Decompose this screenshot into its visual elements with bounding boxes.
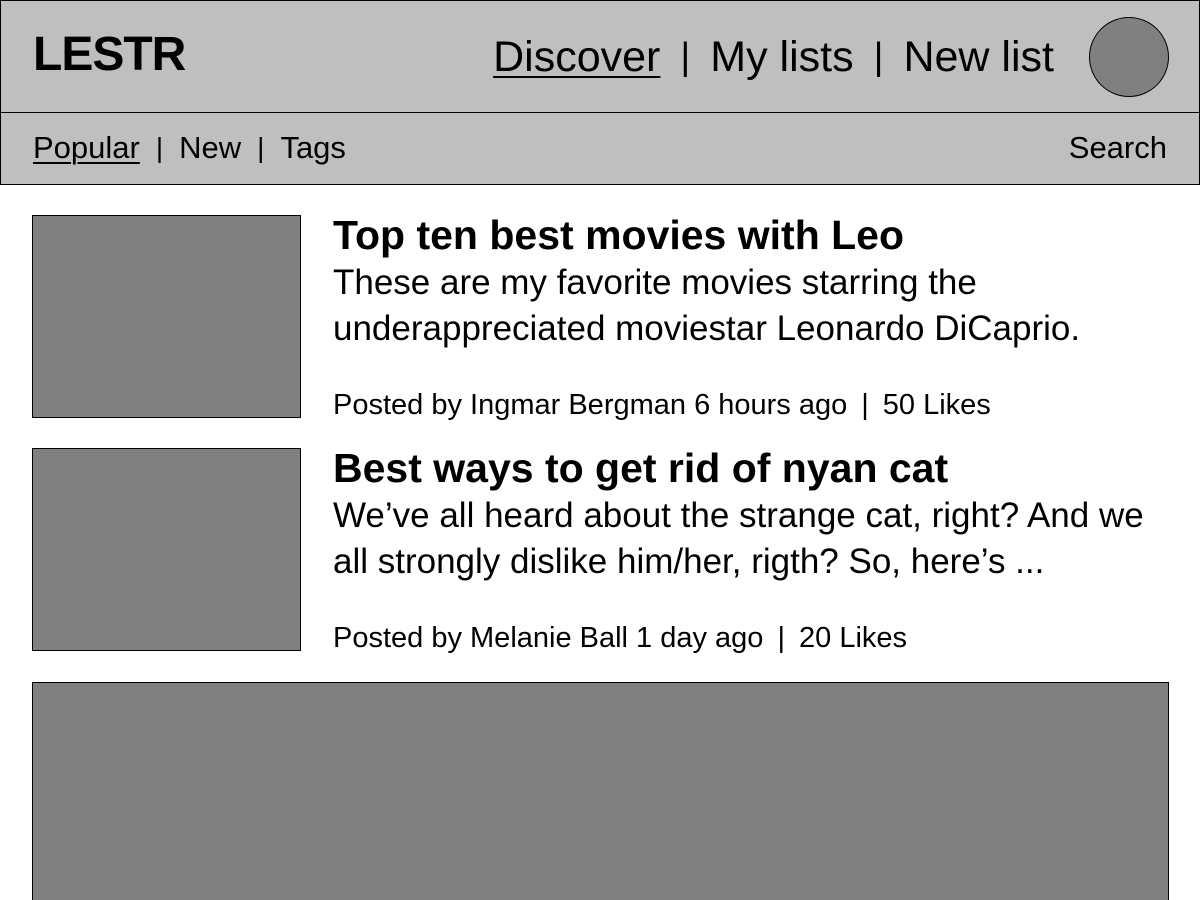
list-meta: Posted by Ingmar Bergman 6 hours ago | 50 … xyxy=(333,387,991,423)
likes-count: 50 Likes xyxy=(882,389,991,421)
list-thumbnail[interactable] xyxy=(32,215,301,418)
main-nav: Discover | My lists | New list xyxy=(493,31,1054,83)
sub-nav-separator: | xyxy=(257,132,265,163)
likes-count: 20 Likes xyxy=(799,622,908,654)
sub-nav: Popular | New | Tags xyxy=(33,130,346,166)
tab-popular[interactable]: Popular xyxy=(33,130,140,166)
sub-nav-separator: | xyxy=(155,132,164,163)
list-title[interactable]: Best ways to get rid of nyan cat xyxy=(333,444,948,492)
search-link[interactable]: Search xyxy=(1069,130,1167,166)
list-title[interactable]: Top ten best movies with Leo xyxy=(333,211,904,259)
top-header: LESTR Discover | My lists | New list xyxy=(0,0,1200,113)
list-meta: Posted by Melanie Ball 1 day ago | 20 Like… xyxy=(333,620,907,656)
nav-separator: | xyxy=(873,36,884,78)
nav-discover[interactable]: Discover xyxy=(493,31,660,83)
tab-tags[interactable]: Tags xyxy=(280,130,345,166)
list-item: Top ten best movies with Leo These are m… xyxy=(0,212,1200,423)
sub-header: Popular | New | Tags Search xyxy=(0,112,1200,185)
nav-separator: | xyxy=(680,36,691,78)
page: LESTR Discover | My lists | New list Pop… xyxy=(0,0,1200,900)
list-description: We’ve all heard about the strange cat, r… xyxy=(333,496,1144,581)
meta-separator: | xyxy=(861,389,869,421)
post-info: Posted by Melanie Ball 1 day ago xyxy=(333,622,764,654)
nav-my-lists[interactable]: My lists xyxy=(710,31,853,83)
post-info: Posted by Ingmar Bergman 6 hours ago xyxy=(333,389,848,421)
image-placeholder xyxy=(32,682,1169,900)
list-description: These are my favorite movies starring th… xyxy=(333,263,1081,348)
logo[interactable]: LESTR xyxy=(33,27,186,83)
avatar[interactable] xyxy=(1089,17,1169,97)
list-thumbnail[interactable] xyxy=(32,448,301,651)
meta-separator: | xyxy=(777,622,785,654)
tab-new[interactable]: New xyxy=(179,130,241,166)
nav-new-list[interactable]: New list xyxy=(903,31,1054,83)
list-item: Best ways to get rid of nyan cat We’ve a… xyxy=(0,445,1200,656)
